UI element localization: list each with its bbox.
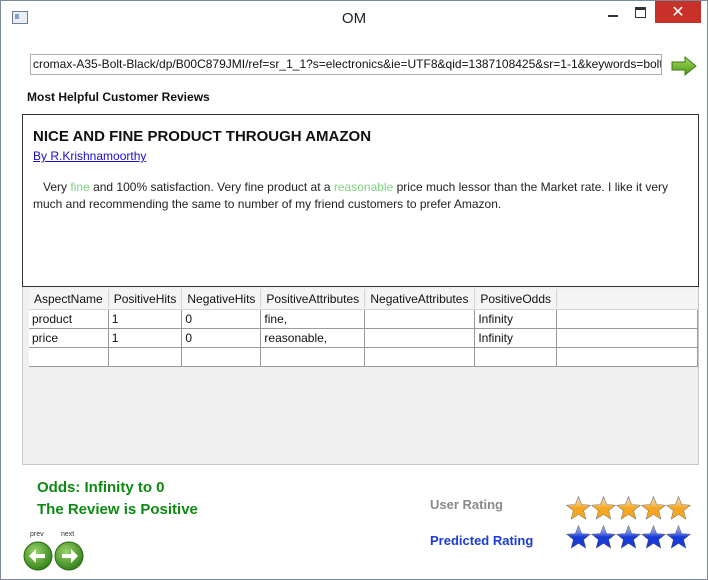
- highlight-positive-word: reasonable: [333, 180, 394, 194]
- table-cell-filler: [556, 347, 698, 367]
- table-cell[interactable]: [474, 347, 558, 367]
- table-cell[interactable]: [29, 347, 109, 367]
- grid-header-row: AspectName PositiveHits NegativeHits Pos…: [29, 289, 698, 310]
- column-header[interactable]: PositiveAttributes: [260, 289, 366, 310]
- star-icon: [641, 496, 666, 520]
- predicted-rating-label: Predicted Rating: [430, 533, 534, 548]
- table-cell[interactable]: price: [29, 328, 109, 348]
- minimize-button[interactable]: [599, 1, 627, 23]
- star-icon: [616, 496, 641, 520]
- table-cell[interactable]: [108, 347, 183, 367]
- next-caption: next: [61, 531, 75, 538]
- new-row[interactable]: [29, 347, 698, 367]
- predicted-rating-stars: [566, 525, 691, 551]
- url-input[interactable]: cromax-A35-Bolt-Black/dp/B00C879JMI/ref=…: [30, 54, 662, 75]
- review-title: NICE AND FINE PRODUCT THROUGH AMAZON: [33, 128, 372, 145]
- review-text: Very: [43, 180, 71, 194]
- table-cell[interactable]: Infinity: [474, 309, 558, 329]
- column-header[interactable]: PositiveOdds: [474, 289, 558, 310]
- star-icon: [666, 525, 691, 549]
- table-row[interactable]: product 1 0 fine, Infinity: [29, 309, 698, 329]
- table-cell[interactable]: [364, 347, 476, 367]
- column-header[interactable]: AspectName: [29, 289, 109, 310]
- table-cell[interactable]: 1: [108, 328, 183, 348]
- next-button[interactable]: [54, 541, 84, 571]
- user-rating-label: User Rating: [430, 497, 503, 512]
- star-icon: [566, 496, 591, 520]
- column-header-filler: [556, 289, 698, 310]
- table-cell[interactable]: Infinity: [474, 328, 558, 348]
- review-verdict: The Review is Positive: [37, 501, 198, 518]
- table-cell[interactable]: fine,: [260, 309, 366, 329]
- review-author-link[interactable]: By R.Krishnamoorthy: [33, 149, 146, 163]
- star-icon: [591, 525, 616, 549]
- maximize-button[interactable]: [627, 1, 655, 23]
- column-header[interactable]: NegativeHits: [181, 289, 262, 310]
- column-header[interactable]: PositiveHits: [108, 289, 183, 310]
- column-header[interactable]: NegativeAttributes: [364, 289, 476, 310]
- aspect-grid-container: AspectName PositiveHits NegativeHits Pos…: [22, 287, 699, 465]
- table-row[interactable]: price 1 0 reasonable, Infinity: [29, 328, 698, 348]
- review-panel: NICE AND FINE PRODUCT THROUGH AMAZON By …: [22, 114, 699, 287]
- star-icon: [641, 525, 666, 549]
- table-cell[interactable]: [181, 347, 262, 367]
- go-button[interactable]: [670, 55, 698, 77]
- odds-text: Odds: Infinity to 0: [37, 479, 165, 496]
- close-button[interactable]: ✕: [655, 1, 701, 23]
- go-arrow-icon: [671, 55, 697, 77]
- user-rating-stars: [566, 496, 691, 522]
- left-arrow-icon: [23, 541, 53, 571]
- star-icon: [591, 496, 616, 520]
- table-cell[interactable]: [364, 328, 476, 348]
- star-icon: [566, 525, 591, 549]
- table-cell-filler: [556, 328, 698, 348]
- table-cell[interactable]: 1: [108, 309, 183, 329]
- aspect-grid[interactable]: AspectName PositiveHits NegativeHits Pos…: [29, 289, 698, 367]
- table-cell-filler: [556, 309, 698, 329]
- title-bar[interactable]: OM ✕: [1, 1, 707, 35]
- close-icon: ✕: [671, 2, 685, 21]
- table-cell[interactable]: reasonable,: [260, 328, 366, 348]
- section-label: Most Helpful Customer Reviews: [27, 90, 210, 104]
- app-window: OM ✕ cromax-A35-Bolt-Black/dp/B00C879JMI…: [0, 0, 708, 580]
- table-cell[interactable]: product: [29, 309, 109, 329]
- prev-caption: prev: [30, 531, 44, 538]
- right-arrow-icon: [54, 541, 84, 571]
- star-icon: [666, 496, 691, 520]
- table-cell[interactable]: 0: [181, 309, 262, 329]
- table-cell[interactable]: [260, 347, 366, 367]
- table-cell[interactable]: 0: [181, 328, 262, 348]
- highlight-positive-word: fine: [70, 180, 90, 194]
- table-cell[interactable]: [364, 309, 476, 329]
- star-icon: [616, 525, 641, 549]
- review-body: Very fine and 100% satisfaction. Very fi…: [33, 179, 689, 213]
- review-text: and 100% satisfaction. Very fine product…: [89, 180, 334, 194]
- prev-button[interactable]: [23, 541, 53, 571]
